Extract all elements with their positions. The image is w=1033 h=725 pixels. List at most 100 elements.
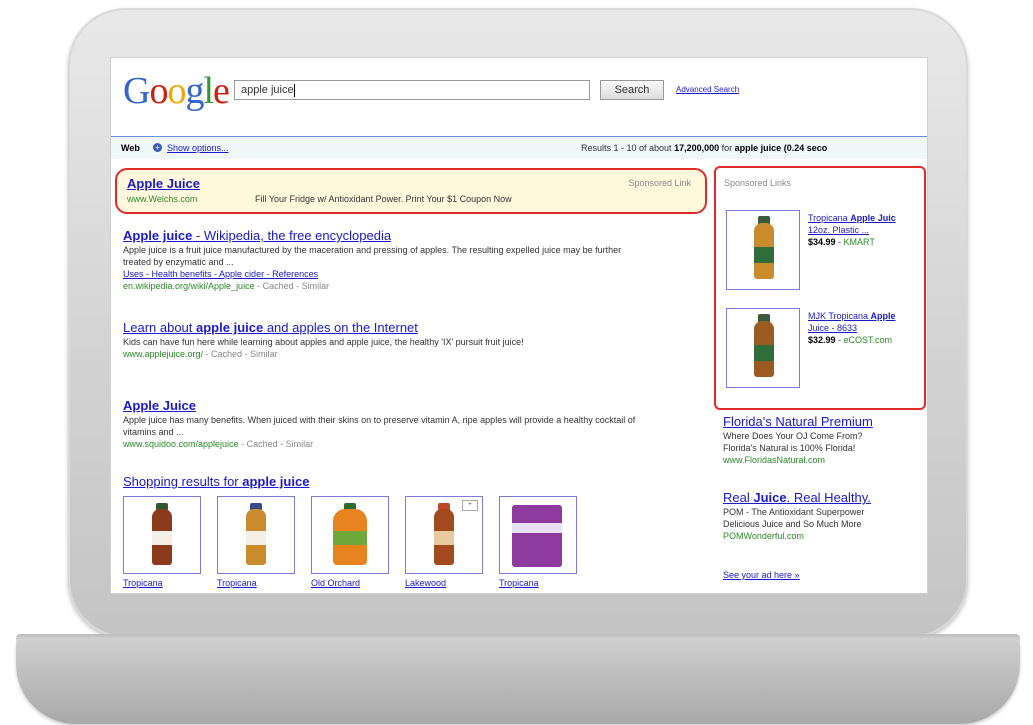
bottle-label	[434, 531, 454, 545]
image-badge: +	[462, 500, 478, 511]
stats-for: for	[721, 143, 733, 153]
right-ad-title-pre: Real	[723, 490, 754, 505]
result-title-link[interactable]: Learn about apple juice and apples on th…	[123, 320, 643, 336]
sponsored-top-description: Fill Your Fridge w/ Antioxidant Power. P…	[255, 194, 512, 204]
results-stats: Results 1 - 10 of about 17,200,000 for a…	[581, 137, 827, 159]
result-title-rest: - Wikipedia, the free encyclopedia	[192, 228, 392, 243]
see-your-ad-link[interactable]: See your ad here »	[723, 570, 800, 580]
result-title-bold: Apple Juice	[123, 398, 196, 413]
result-url: en.wikipedia.org/wiki/Apple_juice	[123, 281, 255, 291]
right-ad-line2: Delicious Juice and So Much More	[723, 519, 862, 529]
plus-icon[interactable]: +	[153, 143, 162, 152]
sponsored-right-panel: Sponsored Links Tropicana Apple Juic 12o…	[714, 166, 926, 410]
right-ad-url: POMWonderful.com	[723, 531, 804, 541]
result-cache-links[interactable]: - Cached - Similar	[203, 349, 278, 359]
shopping-thumbnail[interactable]	[123, 496, 201, 574]
stats-time: (0.24 seco	[783, 143, 828, 153]
right-ad-title[interactable]: Real Juice. Real Healthy.	[723, 490, 923, 506]
juice-box-image	[512, 505, 562, 567]
laptop-base	[16, 640, 1020, 724]
product-price-line: $34.99 - KMART	[808, 237, 875, 247]
product-title-line2[interactable]: Juice - 8633	[808, 322, 926, 334]
product-price: $34.99	[808, 237, 836, 247]
result-snippet: Apple juice has many benefits. When juic…	[123, 415, 636, 437]
bottle-label	[333, 531, 367, 545]
product-listing[interactable]: MJK Tropicana Apple Juice - 8633 $32.99 …	[808, 310, 926, 346]
product-price: $32.99	[808, 335, 836, 345]
product-title-bold: Apple	[870, 311, 896, 321]
product-title-line2[interactable]: 12oz. Plastic ...	[808, 224, 926, 236]
shopping-caption[interactable]: Lakewood	[405, 578, 483, 588]
logo-letter-l: l	[203, 70, 214, 112]
product-image[interactable]	[726, 308, 800, 388]
product-title-pre: MJK Tropicana	[808, 311, 871, 321]
search-result: Apple juice - Wikipedia, the free encycl…	[123, 228, 643, 292]
result-title-pre: Learn about	[123, 320, 197, 335]
result-title-link[interactable]: Apple juice - Wikipedia, the free encycl…	[123, 228, 643, 244]
search-result: Learn about apple juice and apples on th…	[123, 320, 643, 360]
result-cache-links[interactable]: - Cached - Similar	[255, 281, 329, 291]
shopping-results-title[interactable]: Shopping results for apple juice	[123, 474, 309, 489]
stats-prefix: Results 1 - 10 of about	[581, 143, 672, 153]
sponsored-top-result[interactable]: Apple Juice www.Welchs.com Fill Your Fri…	[115, 168, 707, 214]
bottle-label	[246, 531, 266, 545]
logo-letter-g2: g	[185, 70, 204, 112]
advanced-search-link[interactable]: Advanced Search	[676, 85, 739, 94]
shopping-caption[interactable]: Tropicana	[499, 578, 577, 588]
sponsored-top-title[interactable]: Apple Juice	[127, 176, 200, 191]
right-ad-url: www.FloridasNatural.com	[723, 455, 826, 465]
right-ad-title-rest: . Real Healthy.	[786, 490, 871, 505]
product-title[interactable]: MJK Tropicana Apple	[808, 310, 926, 322]
logo-letter-g: G	[123, 70, 150, 112]
result-cache-links[interactable]: - Cached - Similar	[239, 439, 313, 449]
bottle-label	[152, 531, 172, 545]
search-input[interactable]: apple juice	[234, 80, 590, 100]
shopping-thumbnail[interactable]	[311, 496, 389, 574]
sponsored-link-label: Sponsored Link	[628, 178, 691, 188]
product-image[interactable]	[726, 210, 800, 290]
stats-query: apple juice	[734, 143, 782, 153]
product-listing[interactable]: Tropicana Apple Juic 12oz. Plastic ... $…	[808, 212, 926, 248]
bottle-label	[754, 345, 774, 361]
product-price-line: $32.99 - eCOST.com	[808, 335, 893, 345]
logo-letter-o1: o	[149, 70, 168, 112]
shopping-caption[interactable]: Old Orchard	[311, 578, 389, 588]
result-url-line: www.applejuice.org/ - Cached - Similar	[123, 348, 643, 360]
result-sitelinks[interactable]: Uses - Health benefits - Apple cider - R…	[123, 268, 643, 280]
product-title-bold: Apple Juic	[850, 213, 896, 223]
shopping-thumbnail[interactable]: +	[405, 496, 483, 574]
result-title-rest: and apples on the Internet	[263, 320, 418, 335]
right-ad-line1: POM - The Antioxidant Superpower	[723, 507, 865, 517]
text-cursor	[293, 83, 295, 97]
shopping-title-bold: apple juice	[242, 474, 310, 489]
shopping-thumbnail[interactable]	[499, 496, 577, 574]
result-title-bold: apple juice	[196, 320, 264, 335]
result-title-link[interactable]: Apple Juice	[123, 398, 643, 414]
web-label: Web	[121, 143, 140, 153]
product-store: eCOST.com	[843, 335, 893, 345]
result-url-line: www.squidoo.com/applejuice - Cached - Si…	[123, 438, 643, 450]
right-ad: Real Juice. Real Healthy. POM - The Anti…	[723, 490, 923, 542]
right-ad: Florida's Natural Premium Where Does You…	[723, 414, 923, 466]
result-url: www.applejuice.org/	[123, 349, 204, 359]
shopping-caption[interactable]: Tropicana	[217, 578, 295, 588]
logo-letter-o2: o	[167, 70, 186, 112]
shopping-thumbnail[interactable]	[217, 496, 295, 574]
right-ad-line2: Florida's Natural is 100% Florida!	[723, 443, 856, 453]
sponsored-top-url: www.Welchs.com	[127, 194, 198, 204]
right-ad-line1: Where Does Your OJ Come From?	[723, 431, 863, 441]
juice-box-band	[512, 523, 562, 533]
result-snippet: Kids can have fun here while learning ab…	[123, 337, 524, 347]
search-result: Apple Juice Apple juice has many benefit…	[123, 398, 643, 450]
search-button[interactable]: Search	[600, 80, 664, 100]
google-logo[interactable]: Google	[123, 70, 230, 112]
right-ad-title[interactable]: Florida's Natural Premium	[723, 414, 923, 430]
shopping-caption[interactable]: Tropicana	[123, 578, 201, 588]
browser-screen: Google apple juice Search Advanced Searc…	[110, 57, 928, 594]
product-title[interactable]: Tropicana Apple Juic	[808, 212, 926, 224]
show-options-link[interactable]: Show options...	[167, 137, 229, 159]
result-url-line: en.wikipedia.org/wiki/Apple_juice - Cach…	[123, 280, 643, 292]
stats-count: 17,200,000	[674, 143, 720, 153]
right-ad-title-bold: Juice	[753, 490, 787, 505]
sponsored-links-heading: Sponsored Links	[724, 178, 792, 188]
